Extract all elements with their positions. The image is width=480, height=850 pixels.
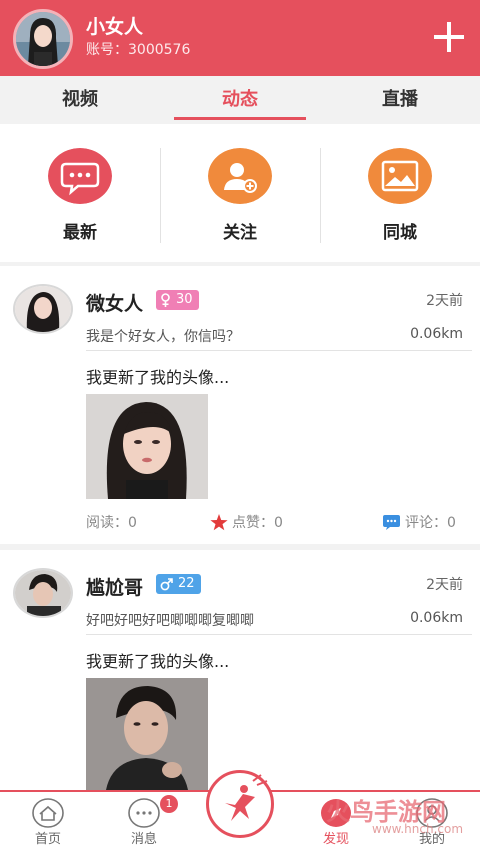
comment-button[interactable]: 评论：0 — [382, 512, 456, 532]
user-name: 小女人 — [86, 16, 144, 38]
post-avatar[interactable] — [13, 284, 73, 334]
publish-button[interactable] — [206, 770, 274, 838]
post-distance: 0.06km — [410, 326, 463, 342]
post-username: 尴尬哥 — [86, 577, 144, 599]
like-count: 点赞：0 — [232, 515, 283, 531]
post-signature: 好吧好吧好吧唧唧唧复唧唧 — [86, 613, 254, 629]
gender-age-badge: 22 — [156, 574, 201, 594]
message-icon — [128, 798, 160, 828]
post-photo[interactable] — [86, 394, 208, 499]
post-avatar[interactable] — [13, 568, 73, 618]
post-content: 我更新了我的头像... — [86, 368, 230, 387]
post-time: 2天前 — [426, 577, 463, 593]
star-icon — [210, 513, 228, 530]
post-signature: 我是个好女人，你信吗？ — [86, 329, 240, 345]
post-stats: 阅读：0 点赞：0 评论：0 — [86, 512, 462, 532]
tab-moments[interactable]: 动态 — [160, 76, 320, 124]
category-label: 同城 — [383, 223, 417, 243]
category-latest[interactable]: 最新 — [0, 124, 160, 262]
category-label: 关注 — [223, 223, 257, 243]
post-username: 微女人 — [86, 293, 144, 315]
nav-label: 首页 — [34, 832, 61, 847]
message-count-badge: 1 — [160, 795, 178, 813]
dancer-icon — [225, 774, 268, 821]
age-label: 30 — [176, 292, 193, 307]
divider — [86, 634, 472, 635]
read-count: 阅读：0 — [86, 515, 137, 531]
divider — [86, 350, 472, 351]
age-label: 22 — [178, 576, 195, 591]
user-avatar[interactable] — [13, 9, 73, 69]
plus-icon[interactable] — [432, 20, 466, 54]
male-icon — [160, 577, 173, 590]
category-nearby[interactable]: 同城 — [320, 124, 480, 262]
tab-live[interactable]: 直播 — [320, 76, 480, 124]
comment-count: 评论：0 — [405, 515, 456, 531]
post-photo[interactable] — [86, 678, 208, 790]
post-time: 2天前 — [426, 293, 463, 309]
tab-video[interactable]: 视频 — [0, 76, 160, 124]
post-card[interactable]: 尴尬哥 22 2天前 好吧好吧好吧唧唧唧复唧唧 0.06km 我更新了我的头像.… — [0, 550, 480, 790]
post-distance: 0.06km — [410, 610, 463, 626]
category-row: 最新 关注 同城 — [0, 124, 480, 262]
feed-tabs: 视频 动态 直播 — [0, 76, 480, 124]
post-card[interactable]: 微女人 30 2天前 我是个好女人，你信吗？ 0.06km 我更新了我的头像..… — [0, 266, 480, 544]
nav-home[interactable]: 首页 — [18, 798, 78, 847]
category-follow[interactable]: 关注 — [160, 124, 320, 262]
post-content: 我更新了我的头像... — [86, 652, 230, 671]
add-user-icon — [208, 148, 272, 204]
chat-bubble-icon — [48, 148, 112, 204]
home-icon — [32, 798, 64, 828]
category-label: 最新 — [63, 223, 97, 243]
watermark-url: www.hnch.com — [372, 822, 464, 836]
nav-label: 发现 — [322, 832, 349, 847]
like-button[interactable]: 点赞：0 — [210, 512, 283, 532]
landscape-icon — [368, 148, 432, 204]
profile-header: 小女人 账号：3000576 — [0, 0, 480, 76]
account-id: 账号：3000576 — [86, 42, 191, 58]
nav-label: 消息 — [130, 832, 157, 847]
female-icon — [161, 293, 170, 307]
gender-age-badge: 30 — [156, 290, 199, 310]
comment-icon — [383, 514, 400, 530]
